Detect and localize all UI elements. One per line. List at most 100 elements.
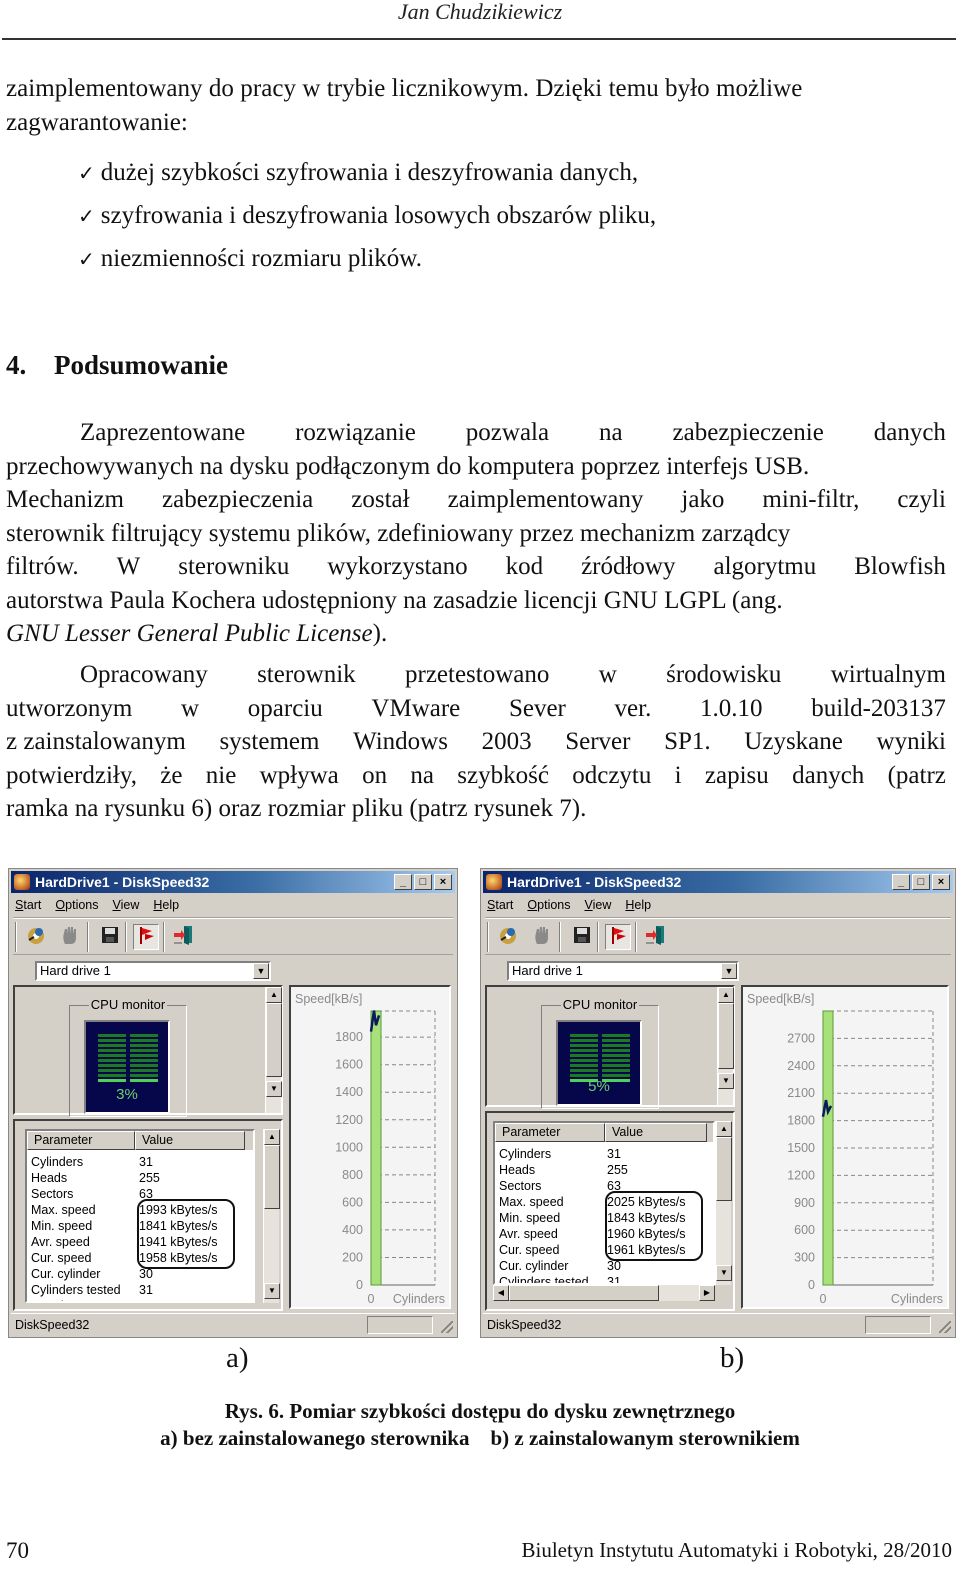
chevron-down-icon[interactable]: ▼ [253,963,269,979]
list-row[interactable]: Test time2:12 [27,1298,253,1301]
parameters-scrollbar[interactable]: ▲ ▼ [263,1129,280,1303]
menu-help[interactable]: Help [625,895,651,915]
scroll-thumb[interactable] [264,1145,280,1209]
list-row[interactable]: Cylinders tested 31 [27,1282,253,1298]
list-row[interactable]: Cylinders tested 31 [495,1274,713,1285]
word: danych [792,761,865,789]
title-bar[interactable]: HardDrive1 - DiskSpeed32 _ □ × [483,871,953,893]
maximize-button[interactable]: □ [414,874,432,890]
scroll-track[interactable] [716,1201,731,1265]
scroll-thumb[interactable] [266,1003,282,1077]
cpu-load-segment [570,1064,598,1067]
disk-scan-button[interactable] [495,924,521,950]
cpu-pane-scrollbar[interactable]: ▲ ▼ [717,987,734,1105]
list-row[interactable]: Cylinders 31 [495,1146,713,1162]
stop-hand-button[interactable] [57,924,83,950]
list-row[interactable]: Cylinders 31 [27,1154,253,1170]
parameters-scrollbar[interactable]: ▲ ▼ [715,1121,732,1285]
drive-select[interactable]: Hard drive 1 ▼ [35,961,271,981]
word: sterownik [257,661,356,688]
parameter-name: Max. speed [31,1203,96,1217]
scroll-up-arrow[interactable]: ▲ [716,1121,732,1137]
scroll-up-arrow[interactable]: ▲ [718,987,734,1003]
menu-start[interactable]: Start [487,895,513,915]
list-row[interactable]: Heads 255 [495,1162,713,1178]
disk-scan-button[interactable] [23,924,49,950]
close-button[interactable]: × [932,874,950,890]
cpu-load-segment [602,1064,630,1067]
parameter-value: 31 [607,1275,621,1285]
minimize-button[interactable]: _ [394,874,412,890]
scroll-up-arrow[interactable]: ▲ [266,987,282,1003]
drive-select[interactable]: Hard drive 1 ▼ [507,961,739,981]
cpu-load-segment [570,1069,598,1072]
word: kod [505,553,544,580]
checkmark-icon: ✓ [78,206,95,228]
window-controls: _ □ × [394,874,452,890]
exit-door-button[interactable] [643,924,669,950]
scroll-down-arrow[interactable]: ▼ [716,1265,732,1281]
word: systemem [219,728,320,755]
column-header-value[interactable]: Value [605,1123,707,1142]
scroll-right-arrow[interactable]: ▶ [699,1285,715,1301]
exit-door-button[interactable] [171,924,197,950]
list-row[interactable]: Heads 255 [27,1170,253,1186]
word: przetestowano [405,661,550,688]
menu-options[interactable]: Options [527,895,570,915]
y-axis-label: Speed[kB/s] [295,992,362,1006]
flag-button[interactable] [133,924,159,950]
scroll-track[interactable] [659,1285,699,1301]
parameters-hscrollbar[interactable]: ◀ ▶ [493,1285,715,1301]
drive-select-value: Hard drive 1 [40,963,111,978]
cpu-load-column [570,1034,598,1082]
cpu-pane-scrollbar[interactable]: ▲ ▼ [265,987,282,1113]
minimize-button[interactable]: _ [892,874,910,890]
title-bar[interactable]: HardDrive1 - DiskSpeed32 _ □ × [11,871,455,893]
scroll-down-arrow[interactable]: ▼ [718,1073,734,1089]
menu-start[interactable]: Start [15,895,41,915]
menu-help[interactable]: Help [153,895,179,915]
cpu-monitor-title: CPU monitor [88,997,168,1012]
word: rozwiązanie [295,419,416,446]
scroll-up-arrow[interactable]: ▲ [264,1129,280,1145]
cpu-load-segment [130,1054,158,1057]
cpu-percent: 3% [116,1086,138,1103]
column-header-value[interactable]: Value [135,1131,245,1150]
cpu-load-segment [130,1069,158,1072]
resize-grip-icon[interactable] [441,1321,453,1333]
menu-accelerator: V [584,898,593,912]
scroll-thumb[interactable] [718,1003,734,1069]
speed-highlight-frame [605,1191,703,1261]
word: mini-filtr, [762,486,860,513]
save-floppy-button[interactable] [97,924,123,950]
word: w [181,694,200,722]
maximize-button[interactable]: □ [912,874,930,890]
scroll-down-arrow[interactable]: ▼ [264,1283,280,1299]
column-header-parameter[interactable]: Parameter [495,1123,605,1142]
column-header-parameter[interactable]: Parameter [27,1131,135,1150]
scroll-track[interactable] [264,1209,279,1283]
menu-view[interactable]: View [585,895,612,915]
word: filtrów. [6,553,79,580]
paragraph-testing: Opracowany sterownik przetestowano w środowi… [6,658,946,826]
checklist-item-text: dużej szybkości szyfrowania i deszyfrowa… [100,159,639,186]
menu-options[interactable]: Options [55,895,98,915]
scroll-down-arrow[interactable]: ▼ [266,1081,282,1097]
scroll-thumb[interactable] [716,1137,732,1201]
flag-button[interactable] [605,924,631,950]
save-floppy-button[interactable] [569,924,595,950]
scroll-left-arrow[interactable]: ◀ [493,1285,509,1301]
menu-view[interactable]: View [113,895,140,915]
text-line: Zaprezentowane rozwiązanie pozwala na zabezp… [6,416,946,450]
stop-hand-button[interactable] [529,924,555,950]
resize-grip-icon[interactable] [939,1321,951,1333]
toolbar-separator [597,922,599,952]
cpu-load-segment [130,1079,158,1082]
chevron-down-icon[interactable]: ▼ [721,963,737,979]
word: 2003 [481,728,532,755]
parameter-name: Cur. cylinder [499,1259,569,1273]
menu-label: elp [634,898,652,912]
figure-caption: Rys. 6. Pomiar szybkości dostępu do dysk… [224,1399,736,1423]
scroll-thumb[interactable] [509,1285,659,1301]
close-button[interactable]: × [434,874,452,890]
